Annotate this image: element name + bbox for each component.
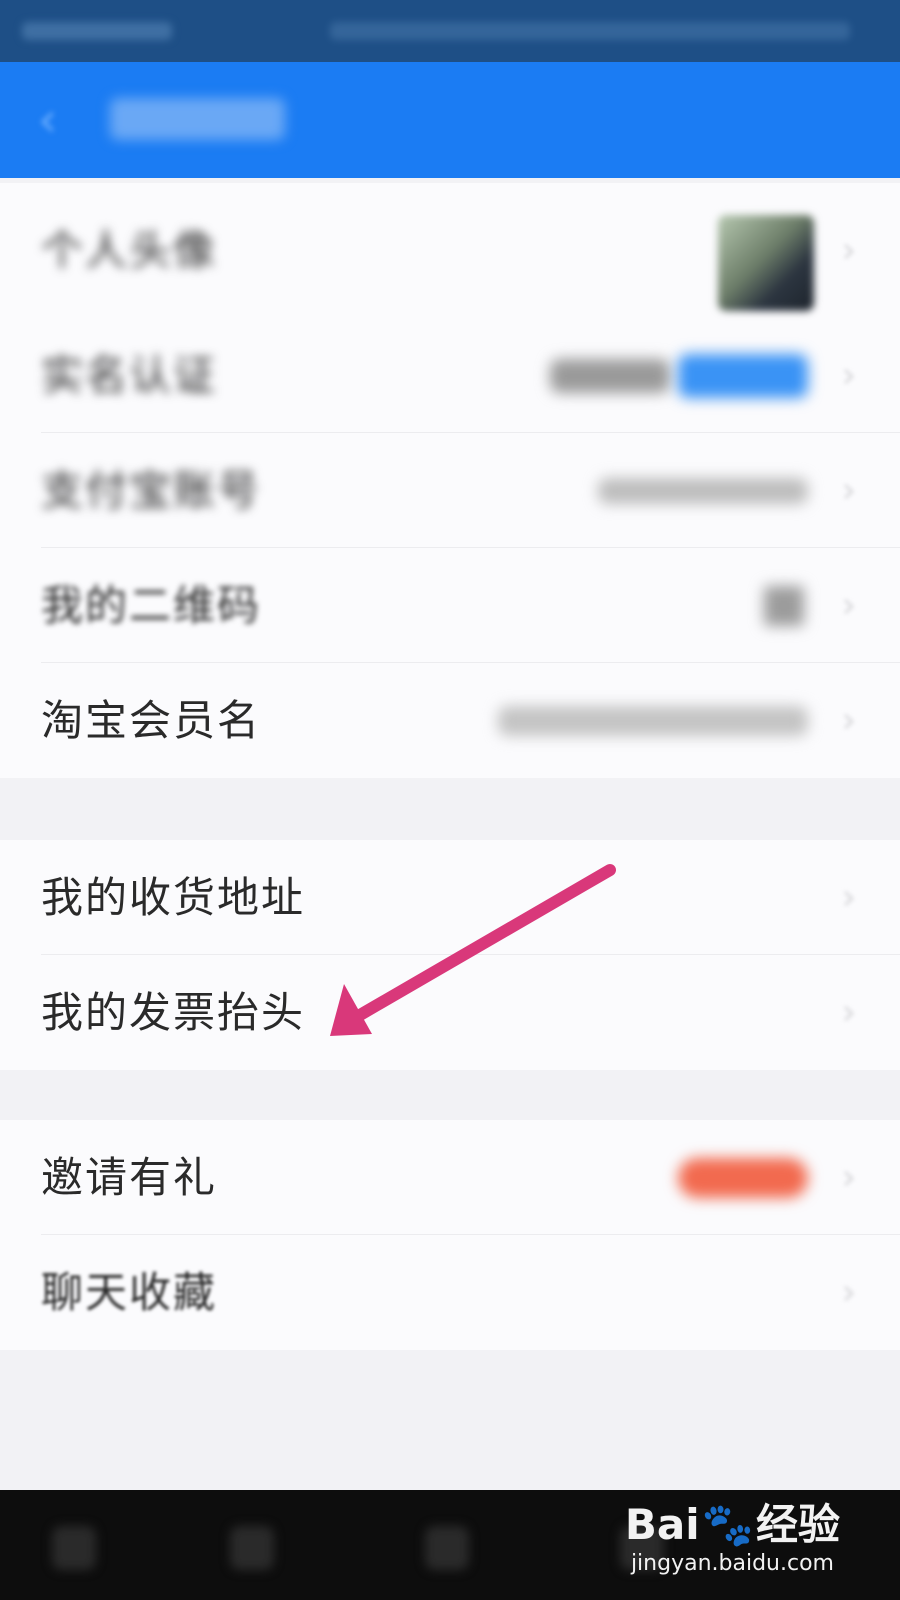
row-invoice-title[interactable]: 我的发票抬头 › <box>0 955 900 1070</box>
row-shipping-address[interactable]: 我的收货地址 › <box>0 840 900 955</box>
page-title <box>110 98 285 140</box>
app-screen: ‹ 个人头像 › 实名认证 › 支付宝账号 › 我的二维码 › 淘宝会员名 › … <box>0 0 900 1600</box>
row-label: 个人头像 <box>41 226 218 275</box>
watermark-suffix: 经验 <box>755 1500 840 1549</box>
alipay-account-value <box>598 477 808 504</box>
chevron-right-icon: › <box>841 470 856 511</box>
row-label: 支付宝账号 <box>41 466 262 515</box>
row-invite[interactable]: 邀请有礼 › <box>0 1120 900 1235</box>
back-icon[interactable] <box>230 1526 274 1570</box>
profile-group: 个人头像 › 实名认证 › 支付宝账号 › 我的二维码 › 淘宝会员名 › <box>0 183 900 778</box>
row-chat-favorites[interactable]: 聊天收藏 › <box>0 1235 900 1350</box>
paw-icon: 🐾 <box>701 1500 754 1549</box>
row-label: 邀请有礼 <box>41 1153 218 1202</box>
chevron-left-icon[interactable]: ‹ <box>38 90 78 150</box>
watermark-url: jingyan.baidu.com <box>630 1551 834 1576</box>
qr-code-icon <box>764 585 804 626</box>
invite-badge <box>678 1157 808 1198</box>
row-label: 实名认证 <box>41 351 218 400</box>
row-real-name[interactable]: 实名认证 › <box>0 318 900 433</box>
misc-group: 邀请有礼 › 聊天收藏 › <box>0 1120 900 1350</box>
nav-bar: ‹ <box>0 62 900 178</box>
row-label: 淘宝会员名 <box>41 696 262 745</box>
real-name-value <box>550 358 670 393</box>
chevron-right-icon: › <box>841 1272 856 1313</box>
row-label: 聊天收藏 <box>41 1268 218 1317</box>
chevron-right-icon: › <box>841 700 856 741</box>
chevron-right-icon: › <box>841 585 856 626</box>
row-avatar[interactable]: 个人头像 › <box>0 183 900 318</box>
row-label: 我的收货地址 <box>41 873 306 922</box>
address-group: 我的收货地址 › 我的发票抬头 › <box>0 840 900 1070</box>
chevron-right-icon: › <box>841 230 856 271</box>
verified-badge <box>678 353 808 398</box>
status-bar <box>0 0 900 62</box>
home-icon[interactable] <box>425 1526 469 1570</box>
chevron-right-icon: › <box>841 877 856 918</box>
status-icons <box>330 22 850 40</box>
chevron-right-icon: › <box>841 992 856 1033</box>
menu-icon[interactable] <box>52 1526 96 1570</box>
row-label: 我的二维码 <box>41 581 262 630</box>
row-taobao-member[interactable]: 淘宝会员名 › <box>0 663 900 778</box>
row-label: 我的发票抬头 <box>41 988 306 1037</box>
chevron-right-icon: › <box>841 355 856 396</box>
chevron-right-icon: › <box>841 1157 856 1198</box>
row-qr-code[interactable]: 我的二维码 › <box>0 548 900 663</box>
taobao-member-value <box>498 705 808 736</box>
carrier-text <box>22 22 172 40</box>
watermark-brand: Bai <box>624 1500 700 1549</box>
avatar[interactable] <box>718 215 814 311</box>
baidu-watermark: Bai🐾经验 jingyan.baidu.com <box>625 1500 840 1578</box>
row-alipay-account[interactable]: 支付宝账号 › <box>0 433 900 548</box>
